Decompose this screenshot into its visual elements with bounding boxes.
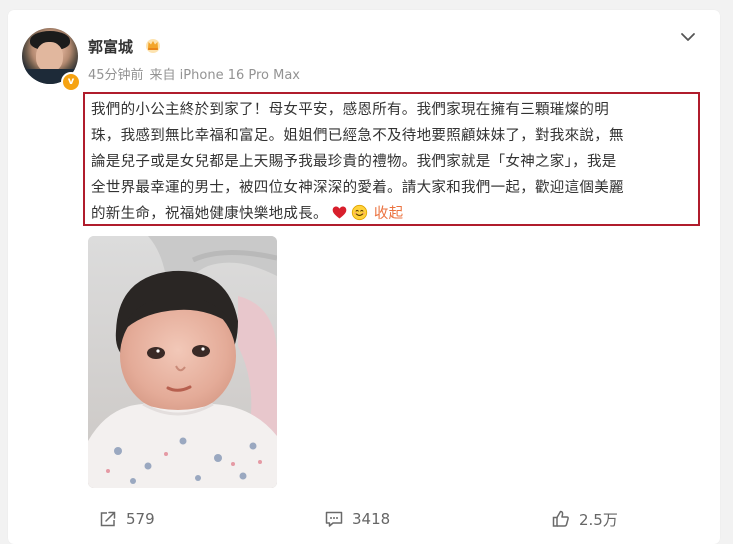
crown-icon (146, 39, 160, 53)
post-text-line: 的新生命，祝福她健康快樂地成長。 (91, 206, 328, 222)
like-button[interactable]: 2.5万 (551, 504, 618, 534)
avatar-face (36, 42, 63, 72)
share-count: 579 (126, 510, 155, 528)
post-text-line: 珠，我感到無比幸福和富足。姐姐們已經急不及待地要照顧妹妹了，對我來說，無 (91, 128, 624, 144)
like-icon (552, 510, 569, 527)
collapse-link[interactable]: 收起 (374, 206, 404, 222)
post-text-line: 全世界最幸運的男士，被四位女神深深的愛着。請大家和我們一起，歡迎這個美麗 (91, 180, 624, 196)
verified-v-icon: v (61, 72, 81, 92)
action-bar: 579 3418 2.5万 (8, 504, 720, 534)
comment-count: 3418 (352, 510, 391, 528)
post-text-last-line: 的新生命，祝福她健康快樂地成長。 收起 (91, 201, 698, 227)
post-source: 来自 iPhone 16 Pro Max (149, 68, 300, 83)
comment-button[interactable]: 3418 (324, 504, 390, 534)
post-text-line: 論是兒子或是女兒都是上天賜予我最珍貴的禮物。我們家就是「女神之家」，我是 (91, 154, 617, 170)
smile-icon (351, 204, 367, 221)
post-card: v 郭富城 45分钟前 来自 iPhone 16 Pro Max 我們的小公主終於… (8, 10, 720, 544)
comment-icon (325, 511, 343, 527)
author-name[interactable]: 郭富城 (88, 36, 133, 57)
post-text-line: 我們的小公主終於到家了！母女平安，感恩所有。我們家現在擁有三顆璀燦的明 (91, 102, 609, 118)
post-timestamp[interactable]: 45分钟前 (88, 68, 144, 83)
share-icon (100, 511, 116, 527)
newborn-baby-photo-art (88, 236, 277, 488)
post-text: 我們的小公主終於到家了！母女平安，感恩所有。我們家現在擁有三顆璀燦的明 珠，我感… (83, 92, 700, 226)
share-button[interactable]: 579 (98, 504, 155, 534)
like-count: 2.5万 (579, 510, 618, 529)
chevron-down-icon[interactable] (678, 27, 698, 47)
heart-icon (332, 206, 347, 219)
newborn-baby-photo[interactable] (88, 236, 277, 488)
post-meta: 45分钟前 来自 iPhone 16 Pro Max (88, 64, 300, 83)
